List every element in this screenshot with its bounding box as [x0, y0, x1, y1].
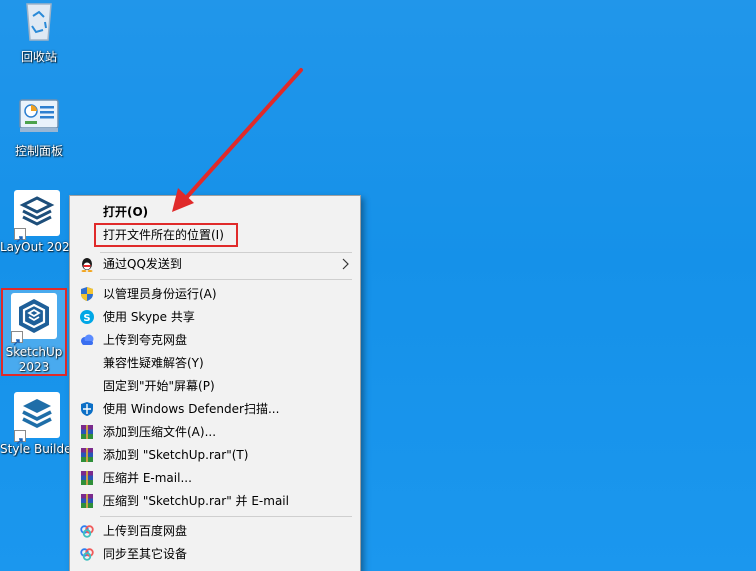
menu-item-label: 添加到压缩文件(A)...	[103, 425, 217, 439]
baidu-netdisk-icon	[79, 546, 95, 562]
recycle-bin-icon	[16, 0, 62, 46]
chevron-right-icon	[340, 256, 350, 272]
menu-separator	[100, 516, 352, 517]
style-builder-icon	[14, 392, 60, 445]
context-menu: 打开(O) 打开文件所在的位置(I) 通过QQ发送到 以管理员身份运行(A) S…	[69, 195, 361, 571]
shortcut-arrow-icon	[11, 331, 23, 346]
layout-icon	[14, 190, 60, 243]
shortcut-arrow-icon	[14, 228, 26, 243]
menu-item-label: 打开(O)	[103, 205, 149, 219]
menu-item-compress-email[interactable]: 压缩并 E-mail...	[70, 467, 360, 489]
quark-cloud-icon	[79, 332, 95, 348]
qq-icon	[79, 256, 95, 272]
desktop-icon-label: 回收站	[20, 50, 57, 64]
menu-item-label: 添加到 "SketchUp.rar"(T)	[103, 448, 249, 462]
menu-item-compress-to-rar-email[interactable]: 压缩到 "SketchUp.rar" 并 E-mail	[70, 490, 360, 512]
winrar-icon	[79, 493, 95, 509]
sketchup-icon	[11, 293, 57, 346]
menu-item-add-to-sketchup-rar[interactable]: 添加到 "SketchUp.rar"(T)	[70, 444, 360, 466]
defender-icon	[79, 401, 95, 417]
menu-item-label: 通过QQ发送到	[103, 257, 182, 271]
menu-item-sync-devices[interactable]: 同步至其它设备	[70, 543, 360, 565]
menu-item-label: 压缩并 E-mail...	[103, 471, 192, 485]
menu-item-label: 使用 Skype 共享	[103, 310, 195, 324]
menu-item-label: 打开文件所在的位置(I)	[103, 228, 224, 242]
desktop-icon-style-builder[interactable]: Style Builder	[0, 392, 74, 457]
menu-item-label: 同步至其它设备	[103, 547, 188, 561]
baidu-netdisk-icon	[79, 523, 95, 539]
menu-item-add-to-archive[interactable]: 添加到压缩文件(A)...	[70, 421, 360, 443]
skype-icon: S	[79, 309, 95, 325]
menu-item-run-as-admin[interactable]: 以管理员身份运行(A)	[70, 283, 360, 305]
desktop-icon-layout[interactable]: LayOut 2023	[0, 190, 74, 255]
control-panel-icon	[16, 94, 62, 140]
menu-item-label: 上传到夸克网盘	[103, 333, 188, 347]
menu-item-label: 使用 Windows Defender扫描...	[103, 402, 280, 416]
desktop-icon-sketchup[interactable]: SketchUp 2023	[0, 287, 68, 375]
uac-shield-icon	[79, 286, 95, 302]
menu-item-label: 以管理员身份运行(A)	[103, 287, 217, 301]
menu-item-open[interactable]: 打开(O)	[70, 201, 360, 223]
menu-item-send-via-qq[interactable]: 通过QQ发送到	[70, 253, 360, 275]
winrar-icon	[79, 470, 95, 486]
winrar-icon	[79, 447, 95, 463]
menu-item-compatibility[interactable]: 兼容性疑难解答(Y)	[70, 352, 360, 374]
menu-separator	[100, 279, 352, 280]
menu-item-share-skype[interactable]: S 使用 Skype 共享	[70, 306, 360, 328]
menu-item-open-file-location[interactable]: 打开文件所在的位置(I)	[70, 224, 360, 246]
menu-item-label: 兼容性疑难解答(Y)	[103, 356, 204, 370]
menu-item-pin-to-start[interactable]: 固定到"开始"屏幕(P)	[70, 375, 360, 397]
desktop-icon-recycle-bin[interactable]: 回收站	[2, 0, 76, 65]
menu-item-label: 固定到"开始"屏幕(P)	[103, 379, 215, 393]
winrar-icon	[79, 424, 95, 440]
desktop-icon-label: SketchUp 2023	[5, 345, 63, 374]
menu-item-upload-quark[interactable]: 上传到夸克网盘	[70, 329, 360, 351]
menu-item-label: 压缩到 "SketchUp.rar" 并 E-mail	[103, 494, 289, 508]
desktop-icon-control-panel[interactable]: 控制面板	[2, 94, 76, 159]
shortcut-arrow-icon	[14, 430, 26, 445]
svg-text:S: S	[83, 313, 90, 324]
desktop-icon-label: 控制面板	[14, 144, 63, 158]
desktop-icon-label: LayOut 2023	[0, 240, 74, 254]
menu-item-defender-scan[interactable]: 使用 Windows Defender扫描...	[70, 398, 360, 420]
menu-item-label: 上传到百度网盘	[103, 524, 188, 538]
desktop-icon-label: Style Builder	[0, 442, 74, 456]
menu-item-upload-baidu[interactable]: 上传到百度网盘	[70, 520, 360, 542]
